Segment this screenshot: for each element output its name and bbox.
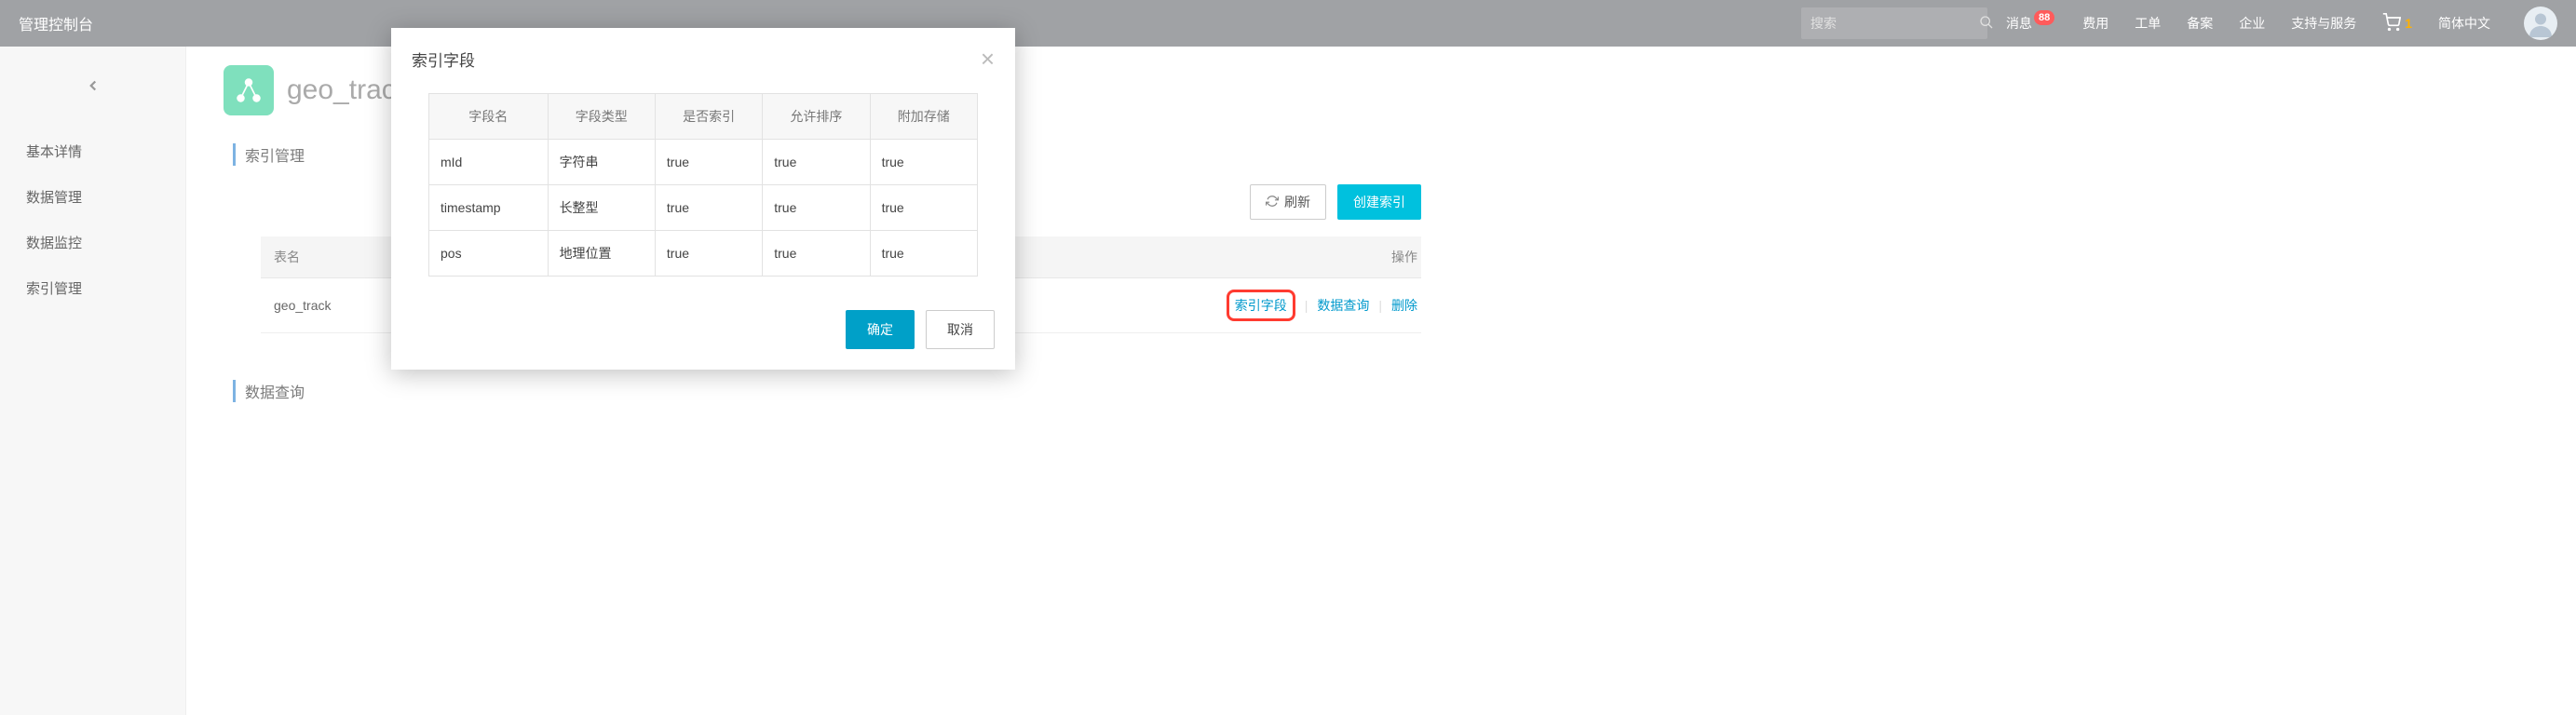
create-index-button[interactable]: 创建索引 [1337, 184, 1421, 220]
sidebar-item-label: 数据监控 [26, 236, 82, 251]
search-icon[interactable] [1979, 15, 1994, 33]
modal-cell-sortable: true [763, 185, 870, 231]
nav-record[interactable]: 备案 [2185, 8, 2215, 38]
sidebar-item-index[interactable]: 索引管理 [0, 265, 185, 311]
cancel-button[interactable]: 取消 [926, 310, 995, 349]
app-icon [224, 65, 274, 115]
modal-row: timestamp长整型truetruetrue [429, 185, 978, 231]
nav-messages[interactable]: 消息 88 [2004, 8, 2058, 38]
nav-support[interactable]: 支持与服务 [2289, 8, 2358, 38]
messages-badge: 88 [2034, 10, 2054, 25]
modal-row: pos地理位置truetruetrue [429, 231, 978, 277]
col-name: 表名 [261, 236, 410, 278]
modal-cell-type: 地理位置 [548, 231, 655, 277]
modal-footer: 确定 取消 [391, 295, 1015, 370]
nav-enterprise[interactable]: 企业 [2237, 8, 2267, 38]
action-data-query[interactable]: 数据查询 [1317, 296, 1369, 315]
console-title: 管理控制台 [19, 12, 93, 34]
highlight-index-fields: 索引字段 [1227, 290, 1295, 321]
nav-record-label: 备案 [2187, 14, 2213, 33]
row-name: geo_track [274, 298, 331, 313]
section-title-query: 数据查询 [233, 380, 1421, 402]
sidebar-item-data[interactable]: 数据管理 [0, 174, 185, 220]
nav-language-label: 简体中文 [2438, 14, 2490, 33]
topbar: 管理控制台 消息 88 费用 工单 备案 企业 支持与服务 1 简体中文 [0, 0, 2576, 47]
modal-cell-sortable: true [763, 140, 870, 185]
search-input[interactable] [1810, 16, 1979, 31]
modal-cell-type: 长整型 [548, 185, 655, 231]
create-index-label: 创建索引 [1353, 193, 1405, 211]
sidebar-item-label: 索引管理 [26, 281, 82, 297]
action-delete[interactable]: 删除 [1391, 296, 1417, 315]
modal-table: 字段名 字段类型 是否索引 允许排序 附加存储 mId字符串truetruetr… [428, 93, 978, 277]
nav-fees-label: 费用 [2082, 14, 2108, 33]
sidebar-item-label: 基本详情 [26, 144, 82, 160]
modal-cell-name: timestamp [429, 185, 549, 231]
nav-tickets-label: 工单 [2135, 14, 2161, 33]
mcol-sortable: 允许排序 [763, 94, 870, 140]
modal-cell-stored: true [870, 185, 977, 231]
modal-index-fields: 索引字段 × 字段名 字段类型 是否索引 允许排序 附加存储 mId字符串tru… [391, 28, 1015, 370]
modal-cell-stored: true [870, 140, 977, 185]
nav-fees[interactable]: 费用 [2081, 8, 2110, 38]
separator: | [1305, 298, 1308, 313]
action-index-fields[interactable]: 索引字段 [1235, 298, 1287, 313]
modal-cell-type: 字符串 [548, 140, 655, 185]
modal-body: 字段名 字段类型 是否索引 允许排序 附加存储 mId字符串truetruetr… [391, 93, 1015, 295]
modal-cell-indexed: true [655, 185, 762, 231]
avatar[interactable] [2524, 7, 2557, 40]
modal-title: 索引字段 [412, 47, 475, 71]
refresh-button[interactable]: 刷新 [1250, 184, 1326, 220]
mcol-type: 字段类型 [548, 94, 655, 140]
cancel-label: 取消 [947, 320, 973, 339]
nav-enterprise-label: 企业 [2239, 14, 2265, 33]
nav-messages-label: 消息 [2006, 14, 2032, 33]
sidebar-item-basic[interactable]: 基本详情 [0, 128, 185, 174]
nav-language[interactable]: 简体中文 [2436, 8, 2492, 38]
topbar-nav: 消息 88 费用 工单 备案 企业 支持与服务 1 简体中文 [2004, 7, 2557, 40]
search-box[interactable] [1801, 7, 1987, 39]
cart-icon [2382, 13, 2401, 34]
layout: 基本详情 数据管理 数据监控 索引管理 geo_track 索引管理 刷新 [0, 47, 2576, 715]
sidebar-item-monitor[interactable]: 数据监控 [0, 220, 185, 265]
row-actions: 索引字段 | 数据查询 | 删除 [1227, 290, 1417, 321]
modal-cell-indexed: true [655, 231, 762, 277]
mcol-name: 字段名 [429, 94, 549, 140]
modal-cell-sortable: true [763, 231, 870, 277]
close-icon[interactable]: × [981, 47, 995, 71]
nav-support-label: 支持与服务 [2291, 14, 2356, 33]
modal-header: 索引字段 × [391, 28, 1015, 84]
cart-count: 1 [2405, 16, 2412, 31]
modal-cell-name: pos [429, 231, 549, 277]
section-data-query: 数据查询 [233, 380, 1421, 402]
back-button[interactable] [0, 74, 185, 101]
modal-row: mId字符串truetruetrue [429, 140, 978, 185]
mcol-indexed: 是否索引 [655, 94, 762, 140]
modal-cell-name: mId [429, 140, 549, 185]
modal-cell-stored: true [870, 231, 977, 277]
mcol-stored: 附加存储 [870, 94, 977, 140]
nav-cart[interactable]: 1 [2380, 7, 2414, 40]
nav-tickets[interactable]: 工单 [2133, 8, 2162, 38]
separator: | [1378, 298, 1382, 313]
sidebar-item-label: 数据管理 [26, 190, 82, 206]
modal-cell-indexed: true [655, 140, 762, 185]
confirm-label: 确定 [867, 320, 893, 339]
refresh-label: 刷新 [1284, 193, 1310, 211]
blank-area [1458, 47, 2576, 715]
refresh-icon [1266, 195, 1279, 210]
confirm-button[interactable]: 确定 [846, 310, 915, 349]
sidebar: 基本详情 数据管理 数据监控 索引管理 [0, 47, 186, 715]
